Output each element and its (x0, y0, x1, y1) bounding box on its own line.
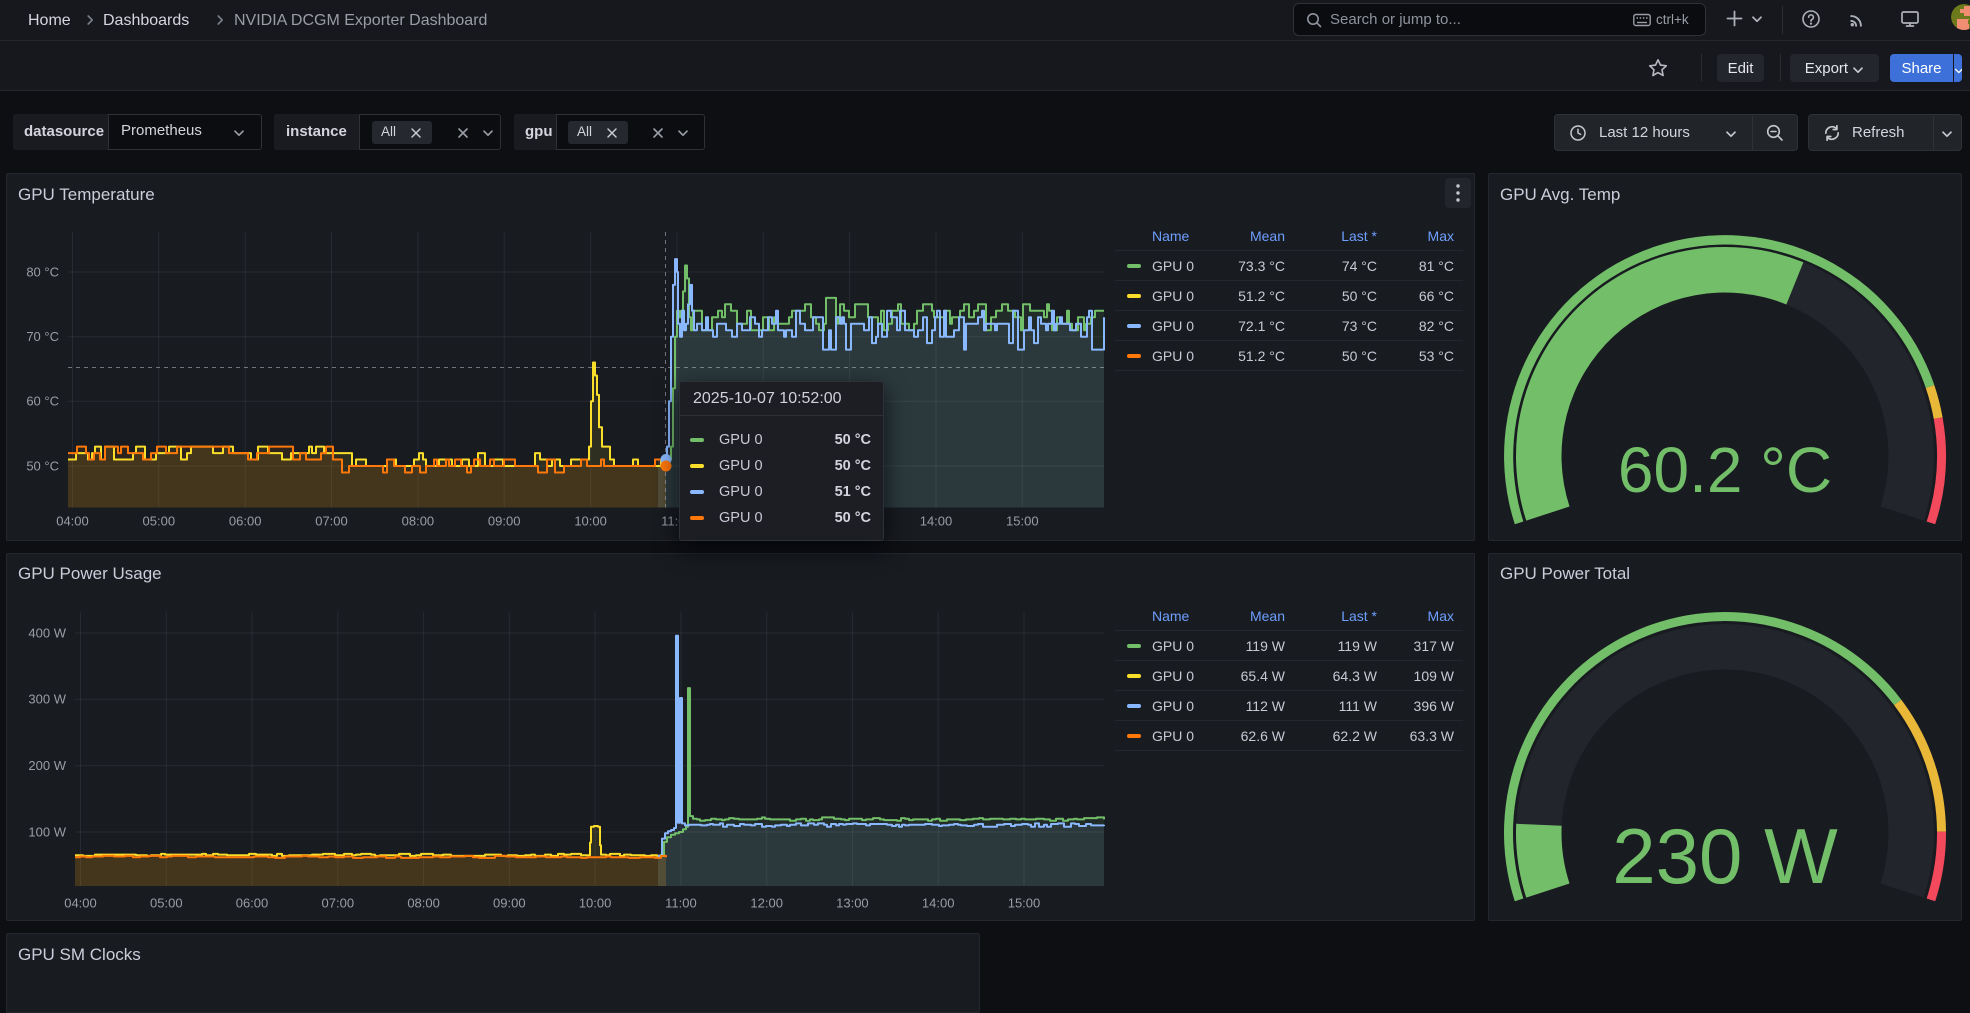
svg-text:15:00: 15:00 (1006, 514, 1039, 529)
svg-text:09:00: 09:00 (493, 896, 526, 911)
svg-text:07:00: 07:00 (315, 514, 348, 529)
svg-text:70 °C: 70 °C (26, 329, 59, 344)
svg-text:11:00: 11:00 (665, 896, 697, 911)
svg-text:200 W: 200 W (28, 758, 66, 773)
svg-text:08:00: 08:00 (407, 896, 440, 911)
svg-text:10:00: 10:00 (579, 896, 612, 911)
svg-text:50 °C: 50 °C (26, 458, 59, 473)
svg-text:05:00: 05:00 (150, 896, 183, 911)
svg-text:14:00: 14:00 (920, 514, 953, 529)
svg-text:09:00: 09:00 (488, 514, 521, 529)
svg-text:100 W: 100 W (28, 824, 66, 839)
svg-text:14:00: 14:00 (922, 896, 955, 911)
svg-text:04:00: 04:00 (56, 514, 89, 529)
svg-text:10:00: 10:00 (574, 514, 607, 529)
svg-text:80 °C: 80 °C (26, 264, 59, 279)
svg-text:12:00: 12:00 (750, 896, 783, 911)
svg-text:13:00: 13:00 (836, 896, 869, 911)
svg-text:06:00: 06:00 (236, 896, 269, 911)
svg-text:400 W: 400 W (28, 625, 66, 640)
svg-text:15:00: 15:00 (1008, 896, 1041, 911)
svg-text:04:00: 04:00 (64, 896, 97, 911)
svg-text:60 °C: 60 °C (26, 394, 59, 409)
svg-text:07:00: 07:00 (322, 896, 355, 911)
svg-text:05:00: 05:00 (143, 514, 176, 529)
svg-text:08:00: 08:00 (402, 514, 435, 529)
svg-text:06:00: 06:00 (229, 514, 262, 529)
svg-text:300 W: 300 W (28, 692, 66, 707)
